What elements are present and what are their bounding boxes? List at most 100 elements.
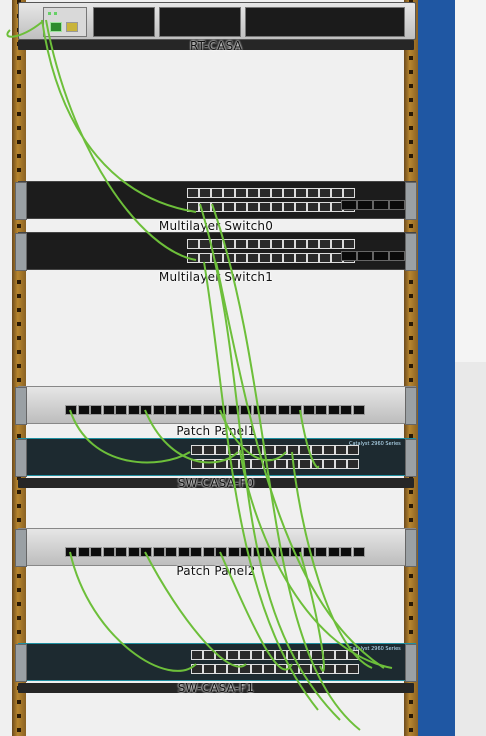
port[interactable] (187, 253, 199, 263)
port[interactable] (235, 188, 247, 198)
port[interactable] (340, 405, 352, 415)
port[interactable] (152, 405, 165, 415)
router-slot-2[interactable] (159, 7, 241, 37)
sfp-port[interactable] (389, 200, 405, 210)
port[interactable] (252, 405, 265, 415)
port[interactable] (235, 202, 247, 212)
port[interactable] (283, 239, 295, 249)
port[interactable] (65, 405, 77, 415)
port[interactable] (283, 253, 295, 263)
port[interactable] (140, 405, 152, 415)
port[interactable] (299, 650, 311, 660)
port[interactable] (335, 650, 347, 660)
port[interactable] (347, 459, 359, 469)
port[interactable] (203, 664, 215, 674)
port[interactable] (165, 405, 177, 415)
port[interactable] (215, 650, 227, 660)
port[interactable] (239, 664, 251, 674)
port[interactable] (263, 459, 275, 469)
port[interactable] (211, 188, 223, 198)
device-label-rt-casa[interactable]: RT-CASA (0, 39, 432, 53)
port[interactable] (215, 459, 227, 469)
port[interactable] (275, 650, 287, 660)
port[interactable] (263, 445, 275, 455)
port[interactable] (203, 459, 215, 469)
device-label-patch-panel1[interactable]: Patch Panel1 (0, 424, 432, 438)
port[interactable] (352, 405, 365, 415)
sfp-port[interactable] (373, 251, 389, 261)
port[interactable] (299, 445, 311, 455)
port[interactable] (227, 664, 239, 674)
port[interactable] (223, 253, 235, 263)
port[interactable] (271, 202, 283, 212)
port[interactable] (323, 650, 335, 660)
port[interactable] (203, 445, 215, 455)
sfp-port[interactable] (341, 200, 357, 210)
port[interactable] (235, 253, 247, 263)
port[interactable] (319, 202, 331, 212)
port[interactable] (283, 202, 295, 212)
port[interactable] (295, 188, 307, 198)
port[interactable] (323, 445, 335, 455)
port[interactable] (299, 664, 311, 674)
port[interactable] (277, 405, 290, 415)
port[interactable] (77, 405, 90, 415)
port[interactable] (290, 405, 302, 415)
port[interactable] (265, 547, 277, 557)
port[interactable] (277, 547, 290, 557)
port[interactable] (251, 459, 263, 469)
port[interactable] (202, 405, 215, 415)
port[interactable] (77, 547, 90, 557)
port[interactable] (190, 547, 202, 557)
port[interactable] (311, 445, 323, 455)
port[interactable] (295, 253, 307, 263)
port[interactable] (187, 239, 199, 249)
port[interactable] (299, 459, 311, 469)
port[interactable] (290, 547, 302, 557)
port[interactable] (223, 239, 235, 249)
port[interactable] (335, 445, 347, 455)
port[interactable] (211, 253, 223, 263)
port[interactable] (191, 445, 203, 455)
port[interactable] (340, 547, 352, 557)
port[interactable] (343, 239, 355, 249)
router-module-slot[interactable] (43, 7, 87, 37)
port[interactable] (275, 459, 287, 469)
port[interactable] (202, 547, 215, 557)
port[interactable] (319, 188, 331, 198)
port[interactable] (311, 459, 323, 469)
port[interactable] (327, 405, 340, 415)
port[interactable] (352, 547, 365, 557)
port[interactable] (177, 405, 190, 415)
port[interactable] (287, 459, 299, 469)
port[interactable] (335, 459, 347, 469)
patch-panel2[interactable] (15, 528, 417, 567)
port[interactable] (215, 664, 227, 674)
port[interactable] (327, 547, 340, 557)
sfp-port[interactable] (357, 251, 373, 261)
sfp-port[interactable] (357, 200, 373, 210)
port[interactable] (115, 547, 127, 557)
port[interactable] (302, 547, 315, 557)
port[interactable] (263, 664, 275, 674)
port[interactable] (215, 445, 227, 455)
port[interactable] (227, 650, 239, 660)
switch-sw-casa-f1[interactable]: Catalyst 2960 Series (15, 643, 417, 682)
port[interactable] (259, 253, 271, 263)
port[interactable] (215, 547, 227, 557)
port[interactable] (203, 650, 215, 660)
port[interactable] (307, 239, 319, 249)
port[interactable] (275, 445, 287, 455)
port[interactable] (190, 405, 202, 415)
router-slot-1[interactable] (93, 7, 155, 37)
port[interactable] (211, 239, 223, 249)
port[interactable] (295, 239, 307, 249)
port[interactable] (311, 650, 323, 660)
port[interactable] (331, 188, 343, 198)
port[interactable] (199, 188, 211, 198)
port[interactable] (140, 547, 152, 557)
patch-panel1[interactable] (15, 386, 417, 425)
port[interactable] (227, 459, 239, 469)
port[interactable] (187, 188, 199, 198)
multilayer-switch1[interactable] (15, 232, 417, 271)
